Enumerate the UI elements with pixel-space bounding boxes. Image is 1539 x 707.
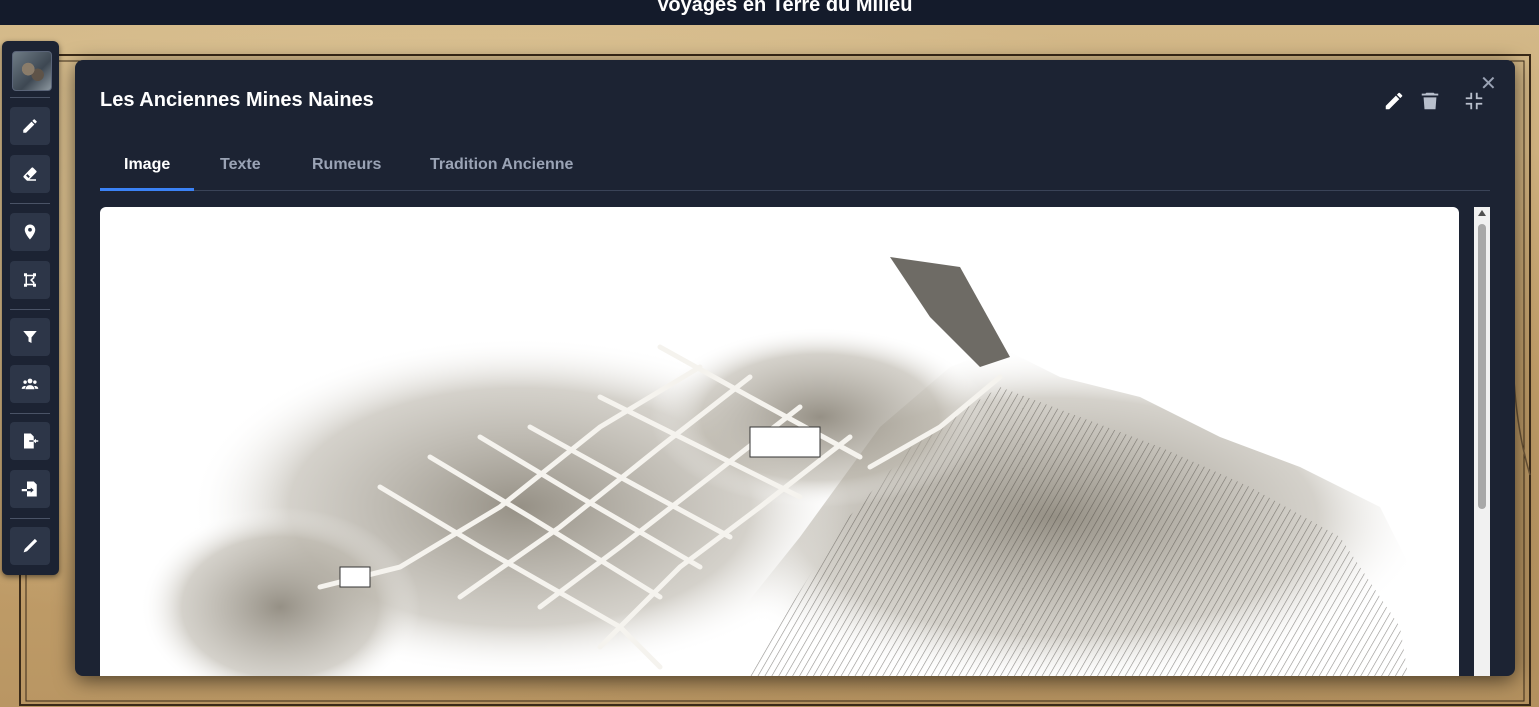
import-button[interactable]: [10, 470, 50, 508]
ruler-pencil-icon: [23, 538, 38, 553]
map-marker-icon: [24, 224, 36, 240]
eraser-icon: [23, 167, 37, 181]
toolbar-divider: [10, 97, 50, 98]
tab-image[interactable]: Image: [100, 148, 195, 191]
location-modal: Les Anciennes Mines Naines ✕ Image Texte…: [75, 60, 1515, 676]
toolbar-divider: [10, 309, 50, 310]
polygon-icon: [24, 273, 36, 287]
tab-rumeurs[interactable]: Rumeurs: [288, 148, 405, 190]
mines-illustration: [140, 257, 1429, 676]
export-button[interactable]: [10, 422, 50, 460]
location-image: [100, 207, 1459, 676]
toolbar-divider: [10, 413, 50, 414]
filter-button[interactable]: [10, 318, 50, 356]
map-thumbnail[interactable]: [12, 51, 52, 91]
filter-icon: [23, 331, 37, 343]
tab-texte[interactable]: Texte: [196, 148, 285, 190]
eraser-button[interactable]: [10, 155, 50, 193]
image-scrollbar[interactable]: [1474, 207, 1490, 676]
file-export-icon: [24, 433, 39, 449]
edit-button[interactable]: [1383, 90, 1405, 112]
measure-button[interactable]: [10, 527, 50, 565]
toolbar-divider: [10, 518, 50, 519]
toolbar-divider: [10, 203, 50, 204]
app-title-bar: Voyages en Terre du Milieu: [0, 0, 1539, 25]
scroll-thumb[interactable]: [1478, 224, 1486, 509]
add-area-button[interactable]: [10, 261, 50, 299]
users-icon: [21, 378, 39, 390]
edit-icon: [1385, 92, 1403, 110]
delete-button[interactable]: [1419, 90, 1441, 112]
pencil-icon: [23, 119, 37, 133]
draw-pencil-button[interactable]: [10, 107, 50, 145]
scroll-up-arrow-icon[interactable]: [1478, 210, 1486, 216]
app-title: Voyages en Terre du Milieu: [656, 0, 913, 16]
compress-icon: [1465, 92, 1483, 110]
left-toolbar: [2, 41, 59, 575]
users-button[interactable]: [10, 365, 50, 403]
trash-icon: [1421, 92, 1439, 110]
minimize-button[interactable]: [1463, 90, 1485, 112]
add-marker-button[interactable]: [10, 213, 50, 251]
modal-tabs: Image Texte Rumeurs Tradition Ancienne: [100, 148, 1490, 191]
modal-title: Les Anciennes Mines Naines: [100, 89, 374, 111]
tab-tradition-ancienne[interactable]: Tradition Ancienne: [406, 148, 597, 190]
file-import-icon: [21, 481, 37, 497]
